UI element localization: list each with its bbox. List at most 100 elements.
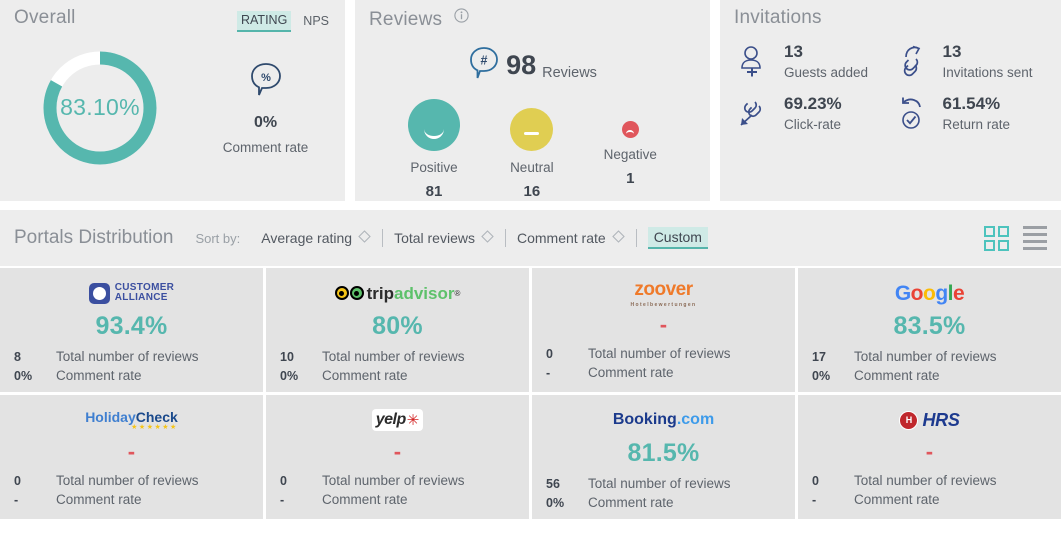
rating-toggle-rating[interactable]: RATING <box>237 11 292 32</box>
portals-toolbar: Portals Distribution Sort by: Average ra… <box>0 210 1061 266</box>
sort-diamond-icon <box>481 230 494 246</box>
portal-comment-rate-label: Comment rate <box>322 492 408 507</box>
info-icon[interactable] <box>454 7 469 28</box>
return-rate-value: 61.54% <box>942 94 1001 113</box>
overall-panel: Overall RATING NPS 83.10% % 0% Comment r… <box>0 0 345 201</box>
portal-comment-rate-label: Comment rate <box>322 368 408 383</box>
comment-rate-percent-bubble-icon: % <box>249 61 283 102</box>
portal-comment-rate-row: - Comment rate <box>546 365 781 380</box>
neutral-face-icon <box>510 108 554 151</box>
portal-card-yelp[interactable]: yelp ✳ - 0 Total number of reviews - Com… <box>266 395 529 519</box>
invitation-sent-icon <box>893 44 931 78</box>
yelp-logo-burst: ✳ <box>406 411 420 429</box>
reviews-title-text: Reviews <box>369 9 443 30</box>
zoover-logo-name: zoover <box>634 278 693 300</box>
guests-added-value: 13 <box>784 42 803 61</box>
sort-option-average-rating[interactable]: Average rating <box>250 230 382 246</box>
return-rate-label: Return rate <box>942 117 1011 132</box>
grid-view-icon[interactable] <box>984 225 1009 251</box>
portal-card-holidaycheck[interactable]: HolidayCheck ★★★★★★ - 0 Total number of … <box>0 395 263 519</box>
google-logo-g1: G <box>894 281 911 305</box>
portals-title: Portals Distribution <box>14 227 174 248</box>
reviews-panel: Reviews # 98 Reviews Positive 81 Neutral… <box>355 0 710 201</box>
portal-score: 81.5% <box>627 439 700 467</box>
google-logo-g2: g <box>935 281 948 305</box>
return-rate-icon <box>893 95 931 131</box>
positive-label: Positive <box>410 160 458 175</box>
sort-diamond-icon <box>358 230 371 246</box>
zoover-logo-tagline: Hotelbewertungen <box>630 301 697 308</box>
positive-face-icon <box>408 99 461 151</box>
comment-rate-value: 0% <box>253 113 278 131</box>
portal-comment-rate-label: Comment rate <box>588 365 674 380</box>
invitations-panel: Invitations 13 Guests added 13 Invitatio… <box>720 0 1061 201</box>
neutral-label: Neutral <box>510 160 554 175</box>
portal-card-booking[interactable]: Booking .com 81.5% 56 Total number of rev… <box>532 395 795 519</box>
portal-comment-rate-value: - <box>14 493 19 507</box>
portal-comment-rate-value: 0% <box>812 369 831 383</box>
summary-panels-row: Overall RATING NPS 83.10% % 0% Comment r… <box>0 0 1061 201</box>
yelp-logo: yelp ✳ <box>371 405 424 435</box>
sort-option-average-rating-label: Average rating <box>261 230 353 246</box>
portal-card-zoover[interactable]: zoover Hotelbewertungen - 0 Total number… <box>532 268 795 392</box>
metric-guests-added: 13 Guests added <box>734 42 887 80</box>
guests-added-label: Guests added <box>784 65 869 80</box>
view-toggle-group <box>984 225 1047 251</box>
overall-score: 83.10% <box>60 94 140 120</box>
portal-card-customer-alliance[interactable]: CUSTOMER ALLIANCE 93.4% 8 Total number o… <box>0 268 263 392</box>
hash-bubble-icon: # <box>468 46 500 85</box>
portal-comment-rate-label: Comment rate <box>56 492 142 507</box>
portal-total-reviews-label: Total number of reviews <box>56 349 199 364</box>
portal-comment-rate-value: 0% <box>546 496 565 510</box>
portal-comment-rate-value: 0% <box>280 369 299 383</box>
portal-comment-rate-row: 0% Comment rate <box>812 368 1047 383</box>
portal-card-google[interactable]: Google 83.5% 17 Total number of reviews … <box>798 268 1061 392</box>
portal-comment-rate-label: Comment rate <box>56 368 142 383</box>
invitations-sent-value: 13 <box>942 42 962 61</box>
sort-option-total-reviews-label: Total reviews <box>394 230 475 246</box>
metric-invitations-sent: 13 Invitations sent <box>893 42 1046 80</box>
portal-card-tripadvisor[interactable]: trip advisor ® 80% 10 Total number of re… <box>266 268 529 392</box>
sort-option-comment-rate[interactable]: Comment rate <box>506 230 636 246</box>
portal-comment-rate-value: - <box>546 366 551 380</box>
ta-logo-reg: ® <box>454 288 461 298</box>
customer-alliance-logo: CUSTOMER ALLIANCE <box>88 278 174 308</box>
reviews-count-value: 98 <box>506 50 537 80</box>
rating-toggle-nps[interactable]: NPS <box>299 12 333 31</box>
yelp-logo-text: yelp <box>375 411 407 428</box>
portal-card-hrs[interactable]: H HRS - 0 Total number of reviews - Comm… <box>798 395 1061 519</box>
portal-comment-rate-label: Comment rate <box>854 492 940 507</box>
portal-score: - <box>127 439 136 464</box>
sentiment-neutral: Neutral 16 <box>510 99 554 200</box>
portal-total-reviews-value: 0 <box>14 474 21 488</box>
negative-face-icon <box>621 121 639 138</box>
sort-option-custom[interactable]: Custom <box>647 227 708 249</box>
hrs-logo-text: HRS <box>922 409 960 430</box>
portal-comment-rate-row: 0% Comment rate <box>546 495 781 510</box>
portal-score: 80% <box>372 312 423 340</box>
click-rate-value: 69.23% <box>784 94 842 113</box>
sort-option-comment-rate-label: Comment rate <box>516 230 606 246</box>
portal-comment-rate-row: - Comment rate <box>14 492 249 507</box>
portal-total-reviews-label: Total number of reviews <box>322 473 465 488</box>
portal-total-reviews-row: 0 Total number of reviews <box>812 473 1047 488</box>
portal-total-reviews-label: Total number of reviews <box>854 349 997 364</box>
portal-total-reviews-label: Total number of reviews <box>322 349 465 364</box>
sort-option-total-reviews[interactable]: Total reviews <box>383 230 505 246</box>
portal-cards-grid: CUSTOMER ALLIANCE 93.4% 8 Total number o… <box>0 268 1061 519</box>
portal-total-reviews-row: 0 Total number of reviews <box>546 346 781 361</box>
google-logo: Google <box>894 278 965 308</box>
list-view-icon[interactable] <box>1023 225 1047 251</box>
portal-comment-rate-value: 0% <box>14 369 33 383</box>
portal-comment-rate-row: - Comment rate <box>280 492 515 507</box>
svg-text:#: # <box>481 54 488 68</box>
portal-score: - <box>659 312 668 337</box>
rating-nps-toggle[interactable]: RATING NPS <box>237 11 333 32</box>
booking-logo-tld: .com <box>676 411 715 428</box>
hrs-logo-mark: H <box>905 415 913 425</box>
portal-comment-rate-row: 0% Comment rate <box>280 368 515 383</box>
portal-score: - <box>925 439 934 464</box>
reviews-title: Reviews <box>369 7 469 31</box>
google-logo-o1: o <box>910 281 924 305</box>
portal-score: 83.5% <box>893 312 966 340</box>
